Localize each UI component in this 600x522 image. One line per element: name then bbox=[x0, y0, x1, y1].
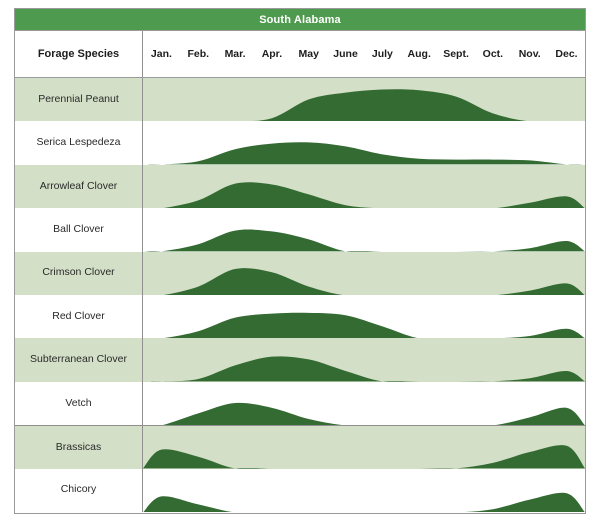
species-name: Red Clover bbox=[52, 309, 105, 322]
species-row: Serica Lespedeza bbox=[15, 121, 585, 165]
growth-curve-cell bbox=[143, 78, 585, 122]
growth-curve-cell bbox=[143, 426, 585, 469]
species-label-cell: Crimson Clover bbox=[15, 251, 143, 295]
growth-curve-cell bbox=[143, 469, 585, 512]
species-row: Chicory bbox=[15, 468, 585, 512]
growth-curve bbox=[143, 445, 585, 469]
species-label-cell: Subterranean Clover bbox=[15, 338, 143, 382]
growth-curve bbox=[143, 356, 585, 382]
growth-curve bbox=[143, 402, 585, 426]
species-name: Ball Clover bbox=[53, 223, 104, 236]
species-name: Crimson Clover bbox=[42, 266, 115, 279]
species-name: Perennial Peanut bbox=[38, 92, 119, 105]
species-rows-container: Perennial Peanut Serica Lespedeza Arrowlea… bbox=[15, 78, 585, 512]
species-row: Subterranean Clover bbox=[15, 338, 585, 382]
month-header-apr: Apr. bbox=[261, 48, 283, 60]
growth-curve bbox=[143, 312, 585, 339]
growth-curve bbox=[143, 492, 585, 512]
species-row: Perennial Peanut bbox=[15, 78, 585, 122]
growth-curve bbox=[143, 182, 585, 209]
month-header-sept: Sept. bbox=[443, 48, 469, 60]
species-name: Chicory bbox=[60, 483, 97, 496]
species-label-cell: Serica Lespedeza bbox=[15, 121, 143, 165]
month-header-july: July bbox=[371, 48, 393, 60]
species-label-cell: Arrowleaf Clover bbox=[15, 164, 143, 209]
month-header-nov: Nov. bbox=[518, 48, 541, 60]
growth-curve-cell bbox=[143, 338, 585, 382]
growth-curve-cell bbox=[143, 295, 585, 339]
month-header-mar: Mar. bbox=[224, 48, 246, 60]
species-label-cell: Brassicas bbox=[15, 426, 143, 469]
species-row: Red Clover bbox=[15, 294, 585, 339]
growth-curve bbox=[143, 89, 585, 122]
month-header-jan: Jan. bbox=[150, 48, 172, 60]
month-header-june: June bbox=[333, 48, 358, 60]
growth-curve-cell bbox=[143, 165, 585, 209]
growth-curve-cell bbox=[143, 208, 585, 252]
growth-curve bbox=[143, 142, 585, 165]
species-name: Brassicas bbox=[55, 440, 102, 453]
species-row: Brassicas bbox=[15, 425, 585, 469]
species-name: Vetch bbox=[65, 396, 92, 409]
growth-curve bbox=[143, 229, 585, 252]
chart-title: South Alabama bbox=[259, 13, 341, 26]
table-header-row: Forage Species Jan. Feb. Mar. Apr. May J… bbox=[15, 31, 585, 78]
month-header-aug: Aug. bbox=[407, 48, 431, 60]
species-name: Subterranean Clover bbox=[30, 353, 127, 366]
species-label-cell: Vetch bbox=[15, 381, 143, 426]
month-header-may: May bbox=[298, 48, 319, 60]
species-row: Ball Clover bbox=[15, 208, 585, 252]
species-column-header: Forage Species bbox=[15, 31, 143, 77]
species-row: Vetch bbox=[15, 381, 585, 426]
species-row: Arrowleaf Clover bbox=[15, 164, 585, 209]
species-column-header-label: Forage Species bbox=[37, 48, 120, 60]
species-label-cell: Ball Clover bbox=[15, 208, 143, 252]
month-header-feb: Feb. bbox=[187, 48, 210, 60]
month-header-oct: Oct. bbox=[482, 48, 504, 60]
species-label-cell: Chicory bbox=[15, 468, 143, 512]
chart-title-bar: South Alabama bbox=[15, 9, 585, 31]
species-name: Arrowleaf Clover bbox=[39, 179, 118, 192]
forage-growth-chart: South Alabama Forage Species Jan. Feb. M… bbox=[14, 8, 586, 514]
growth-curve bbox=[143, 267, 585, 295]
month-header-cells: Jan. Feb. Mar. Apr. May June July Aug. S… bbox=[143, 31, 585, 77]
species-name: Serica Lespedeza bbox=[36, 136, 121, 149]
growth-curve-cell bbox=[143, 252, 585, 295]
month-header-dec: Dec. bbox=[555, 48, 578, 60]
growth-curve-cell bbox=[143, 382, 585, 426]
species-row: Crimson Clover bbox=[15, 251, 585, 295]
species-label-cell: Perennial Peanut bbox=[15, 78, 143, 122]
species-label-cell: Red Clover bbox=[15, 294, 143, 339]
growth-curve-cell bbox=[143, 121, 585, 165]
